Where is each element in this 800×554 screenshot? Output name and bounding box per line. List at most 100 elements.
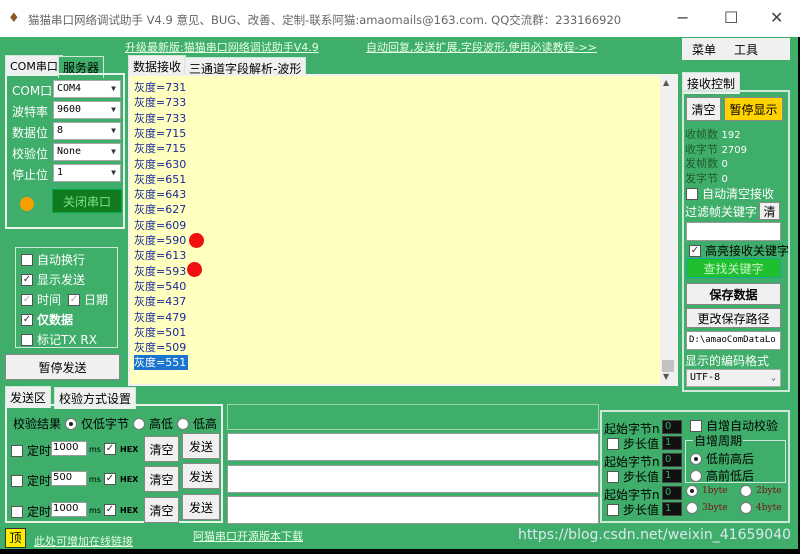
- byte-option-radio[interactable]: 3byte: [686, 502, 728, 514]
- hex-checkbox[interactable]: ✓ HEX: [104, 473, 138, 485]
- start-byte-input[interactable]: 0: [662, 453, 682, 467]
- upgrade-link[interactable]: 升级最新版:猫猫串口网络调试助手V4.9: [125, 39, 319, 55]
- close-button[interactable]: ✕: [770, 8, 783, 27]
- serial-field-select[interactable]: COM4 ▼: [53, 80, 121, 98]
- scroll-thumb[interactable]: [662, 360, 674, 372]
- radio-high-low[interactable]: [133, 417, 146, 430]
- start-byte-input[interactable]: 0: [662, 486, 682, 500]
- online-link[interactable]: 此处可增加在线链接: [34, 533, 133, 549]
- option-checkbox[interactable]: 标记TX RX: [21, 331, 97, 348]
- radio-icon: [690, 469, 702, 482]
- save-path-field[interactable]: D:\amaoComDataLo: [686, 331, 781, 350]
- close-port-button[interactable]: 关闭串口: [52, 189, 122, 213]
- radio-icon: [740, 485, 752, 497]
- scroll-up-icon[interactable]: ▲: [663, 78, 669, 87]
- send-input[interactable]: [227, 465, 599, 493]
- step-input[interactable]: 1: [662, 469, 682, 483]
- menu-item-tools[interactable]: 工具: [734, 41, 758, 57]
- hex-label: HEX: [120, 474, 139, 484]
- serial-field-select[interactable]: None ▼: [53, 143, 121, 161]
- serial-field-label: COM口: [12, 84, 53, 98]
- ms-unit: ms: [89, 445, 101, 454]
- send-button[interactable]: 发送: [182, 463, 220, 489]
- step-checkbox[interactable]: 步长值: [607, 501, 659, 518]
- radio-high-first[interactable]: 高前低后: [690, 467, 754, 484]
- filter-clear-button[interactable]: 清: [759, 202, 780, 220]
- ms-unit: ms: [89, 475, 101, 484]
- watermark: https://blog.csdn.net/weixin_41659040: [518, 527, 792, 543]
- clear-send-button[interactable]: 清空: [144, 436, 179, 462]
- byte-option-label: 3byte: [702, 503, 728, 513]
- app-cat-icon: ♦: [8, 11, 20, 26]
- pause-send-button[interactable]: 暂停发送: [5, 354, 120, 380]
- step-checkbox[interactable]: 步长值: [607, 435, 659, 452]
- clear-send-button[interactable]: 清空: [144, 466, 179, 492]
- filter-keyword-input[interactable]: [686, 222, 781, 241]
- checkbox-icon: [690, 419, 702, 432]
- change-save-path-button[interactable]: 更改保存路径: [686, 308, 781, 328]
- highlight-label: 高亮接收关键字: [705, 244, 790, 258]
- option-checkbox[interactable]: ✓ 显示发送: [21, 271, 85, 288]
- encoding-select[interactable]: UTF-8 ⌄: [686, 369, 781, 387]
- timer-label: 定时: [27, 444, 52, 458]
- checkbox-icon: [607, 470, 619, 483]
- chevron-down-icon: ▼: [111, 147, 116, 156]
- high-low-label: 高低: [149, 417, 174, 431]
- serial-field-select[interactable]: 1 ▼: [53, 164, 121, 182]
- radio-low-first[interactable]: 低前高后: [690, 450, 754, 467]
- receive-scrollbar[interactable]: ▲ ▼: [660, 76, 676, 384]
- serial-field-select[interactable]: 8 ▼: [53, 122, 121, 140]
- auto-clear-checkbox[interactable]: 自动清空接收: [686, 185, 774, 202]
- option-checkbox[interactable]: ✓ 仅数据: [21, 311, 73, 328]
- byte-option-label: 1byte: [702, 486, 728, 496]
- title-bar: ♦ 猫猫串口网络调试助手 V4.9 意见、BUG、改善、定制-联系阿猫:amao…: [0, 0, 800, 37]
- highlight-checkbox[interactable]: ✓ 高亮接收关键字: [689, 242, 789, 259]
- option-checkbox[interactable]: ✓ 日期: [68, 291, 108, 308]
- timer-interval-input[interactable]: 1000: [51, 502, 87, 517]
- timer-checkbox[interactable]: [11, 444, 23, 457]
- clear-send-button[interactable]: 清空: [144, 497, 179, 523]
- serial-field-value: COM4: [57, 83, 82, 94]
- scroll-down-icon[interactable]: ▼: [663, 372, 669, 381]
- timer-checkbox[interactable]: [11, 505, 23, 518]
- ms-unit: ms: [89, 506, 101, 515]
- clear-receive-button[interactable]: 清空: [686, 97, 721, 121]
- radio-icon: [686, 485, 698, 497]
- filter-label: 过滤帧关键字: [685, 205, 758, 219]
- save-data-button[interactable]: 保存数据: [686, 283, 781, 305]
- step-input[interactable]: 1: [662, 436, 682, 450]
- byte-option-radio[interactable]: 1byte: [686, 485, 728, 497]
- receive-area[interactable]: 灰度=731 灰度=733 灰度=733 灰度=715 灰度=715 灰度=630 灰度=6…: [128, 74, 678, 386]
- byte-option-radio[interactable]: 4byte: [740, 502, 782, 514]
- timer-interval-input[interactable]: 1000: [51, 441, 87, 456]
- serial-field-select[interactable]: 9600 ▼: [53, 101, 121, 119]
- step-checkbox[interactable]: 步长值: [607, 468, 659, 485]
- send-button[interactable]: 发送: [182, 494, 220, 520]
- send-input[interactable]: [227, 433, 599, 461]
- always-on-top-button[interactable]: 顶: [5, 528, 26, 548]
- checkbox-icon: ✓: [21, 293, 33, 306]
- byte-option-radio[interactable]: 2byte: [740, 485, 782, 497]
- stat-label: 收帧数: [685, 128, 718, 141]
- download-link[interactable]: 阿猫串口开源版本下载: [193, 528, 303, 544]
- send-button[interactable]: 发送: [182, 433, 220, 459]
- timer-label: 定时: [27, 505, 52, 519]
- radio-low-byte[interactable]: [65, 417, 78, 430]
- option-checkbox[interactable]: 自动换行: [21, 251, 85, 268]
- pause-display-button[interactable]: 暂停显示: [724, 97, 783, 121]
- radio-low-high[interactable]: [177, 417, 190, 430]
- start-byte-input[interactable]: 0: [662, 420, 682, 434]
- hex-checkbox[interactable]: ✓ HEX: [104, 504, 138, 516]
- option-checkbox[interactable]: ✓ 时间: [21, 291, 61, 308]
- minimize-button[interactable]: −: [676, 8, 689, 27]
- tutorial-link[interactable]: 自动回复,发送扩展,字段波形,使用必读教程->>: [366, 39, 597, 55]
- maximize-button[interactable]: ☐: [724, 8, 738, 27]
- timer-interval-input[interactable]: 500: [51, 471, 87, 486]
- hex-checkbox[interactable]: ✓ HEX: [104, 443, 138, 455]
- send-input[interactable]: [227, 496, 599, 524]
- step-input[interactable]: 1: [662, 502, 682, 516]
- timer-checkbox[interactable]: [11, 474, 23, 487]
- option-label: 日期: [84, 293, 109, 307]
- find-keyword-button[interactable]: 查找关键字: [686, 258, 781, 278]
- menu-item-menu[interactable]: 菜单: [692, 41, 716, 57]
